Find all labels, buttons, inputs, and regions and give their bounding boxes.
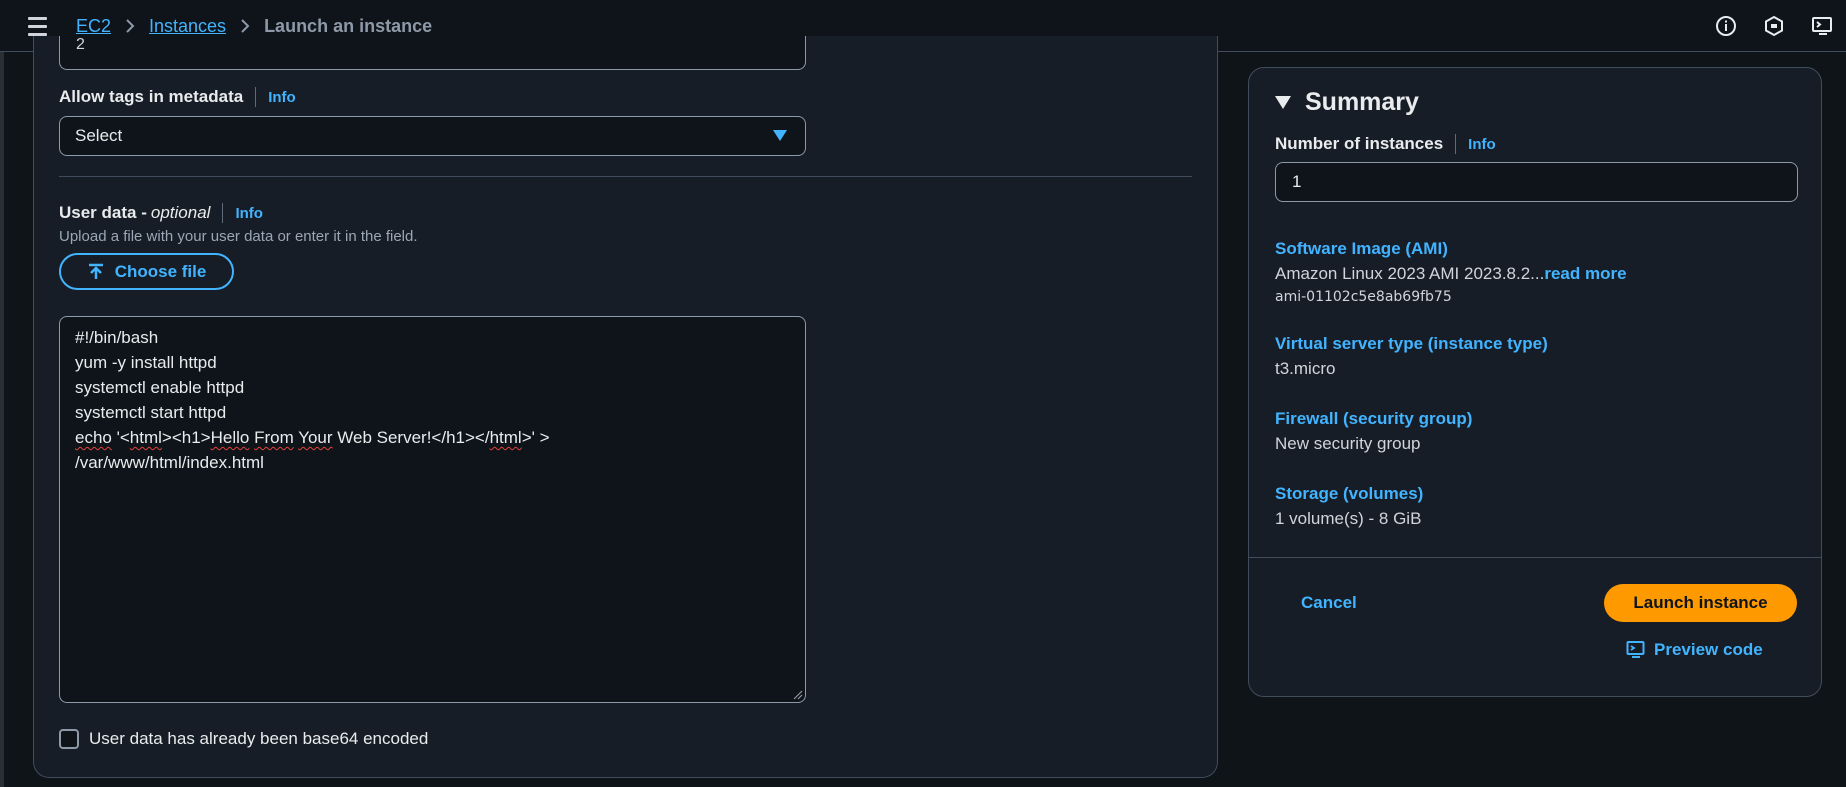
code-line: systemctl enable httpd [75, 378, 245, 397]
preview-code-icon [1626, 641, 1645, 658]
label-separator [222, 203, 224, 223]
section-divider [59, 176, 1192, 177]
label-separator [255, 87, 257, 107]
allow-tags-select-value: Select [75, 126, 123, 145]
instance-type-value: t3.micro [1275, 359, 1336, 378]
chevron-right-icon [125, 18, 135, 34]
code-line: yum -y install httpd [75, 353, 217, 372]
summary-toggle[interactable]: Summary [1275, 88, 1419, 117]
top-icons [1702, 0, 1846, 52]
ami-id: ami-01102c5e8ab69fb75 [1275, 289, 1452, 305]
summary-divider [1249, 557, 1821, 558]
menu-icon[interactable] [28, 14, 54, 38]
code-line: #!/bin/bash [75, 328, 159, 347]
summary-title: Summary [1305, 88, 1419, 116]
cloudshell-icon[interactable] [1798, 0, 1846, 52]
user-data-optional-text: optional [150, 203, 211, 222]
preview-code-link[interactable]: Preview code [1626, 640, 1763, 660]
notifications-icon[interactable] [1750, 0, 1798, 52]
ami-value-text: Amazon Linux 2023 AMI 2023.8.2... [1275, 264, 1545, 283]
info-icon[interactable] [1702, 0, 1750, 52]
storage-label[interactable]: Storage (volumes) [1275, 484, 1423, 504]
choose-file-label: Choose file [114, 261, 207, 281]
user-data-textarea[interactable]: #!/bin/bash yum -y install httpd systemctl… [59, 316, 806, 703]
caret-down-icon [773, 130, 787, 141]
caret-down-icon [1275, 96, 1291, 109]
firewall-value: New security group [1275, 434, 1421, 453]
cancel-button[interactable]: Cancel [1301, 593, 1357, 613]
breadcrumb-instances[interactable]: Instances [149, 16, 226, 37]
allow-tags-info-link[interactable]: Info [268, 89, 296, 106]
user-data-label-text: User data - [59, 203, 147, 222]
chevron-right-icon [240, 18, 250, 34]
allow-tags-label-text: Allow tags in metadata [59, 87, 244, 106]
num-instances-label-text: Number of instances [1275, 134, 1444, 153]
firewall-label[interactable]: Firewall (security group) [1275, 409, 1472, 429]
partial-number-field[interactable]: 2 [59, 36, 806, 70]
allow-tags-label: Allow tags in metadata Info [59, 87, 296, 107]
user-data-info-link[interactable]: Info [235, 205, 263, 222]
num-instances-input[interactable]: 1 [1275, 162, 1798, 202]
ami-read-more-link[interactable]: read more [1544, 264, 1626, 283]
breadcrumb-ec2[interactable]: EC2 [76, 16, 111, 37]
upload-icon [88, 263, 103, 279]
user-data-label: User data - optional Info [59, 203, 263, 223]
num-instances-label: Number of instances Info [1275, 134, 1496, 154]
base64-checkbox-label: User data has already been base64 encode… [89, 729, 429, 748]
launch-instance-button[interactable]: Launch instance [1604, 584, 1797, 622]
left-edge-strip [0, 52, 4, 787]
label-separator [1455, 134, 1457, 154]
ami-label[interactable]: Software Image (AMI) [1275, 239, 1448, 259]
breadcrumb-current: Launch an instance [264, 15, 433, 36]
base64-checkbox[interactable] [59, 729, 79, 749]
preview-code-label: Preview code [1654, 640, 1763, 659]
base64-checkbox-row: User data has already been base64 encode… [59, 729, 428, 749]
num-instances-info-link[interactable]: Info [1468, 136, 1496, 153]
user-data-helper-text: Upload a file with your user data or ent… [59, 228, 418, 245]
code-line: /var/www/html/index.html [75, 453, 264, 472]
instance-type-label[interactable]: Virtual server type (instance type) [1275, 334, 1548, 354]
allow-tags-select[interactable]: Select [59, 116, 806, 156]
code-line: echo '<html><h1>Hello From Your Web Serv… [75, 428, 550, 447]
ami-value: Amazon Linux 2023 AMI 2023.8.2...read mo… [1275, 264, 1627, 284]
resize-handle-icon[interactable] [793, 690, 803, 700]
code-line: systemctl start httpd [75, 403, 227, 422]
summary-panel: Summary Number of instances Info 1 Softw… [1248, 67, 1822, 697]
choose-file-button[interactable]: Choose file [59, 253, 234, 290]
storage-value: 1 volume(s) - 8 GiB [1275, 509, 1422, 528]
